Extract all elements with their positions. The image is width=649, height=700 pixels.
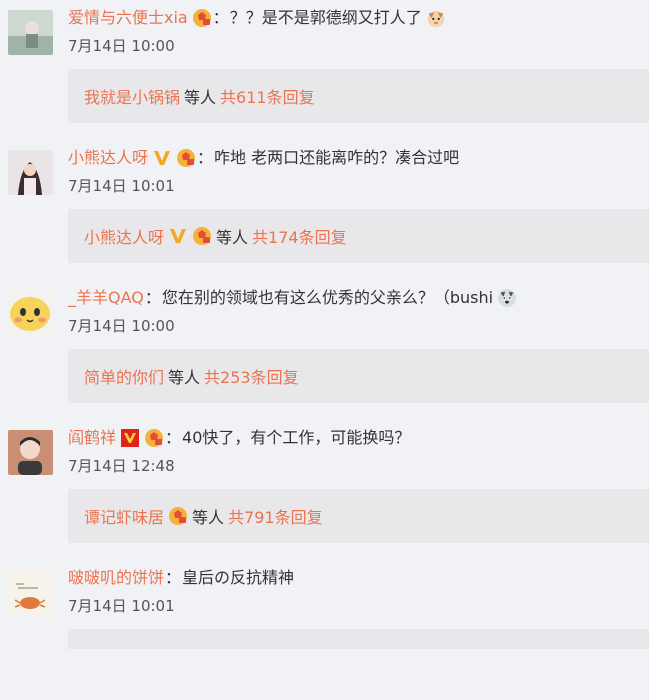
reply-summary[interactable]: 简单的你们 等人 共253条回复 xyxy=(68,349,649,403)
comment-time: 7月14日 10:00 xyxy=(68,37,175,55)
comment-username[interactable]: 啵啵叽的饼饼 xyxy=(68,565,164,591)
reply-summary[interactable]: 谭记虾味居 等人 共791条回复 xyxy=(68,489,649,543)
comment-username[interactable]: 小熊达人呀 xyxy=(68,145,148,171)
fan-badge-icon xyxy=(168,506,188,526)
fan-badge-icon xyxy=(176,148,196,168)
avatar[interactable] xyxy=(8,290,53,335)
reply-count-link[interactable]: 共253条回复 xyxy=(204,364,299,388)
avatar[interactable] xyxy=(8,150,53,195)
comment-item: 阎鹤祥 ： 40快了，有个工作，可能换吗？ 7月14日 12:48 谭记虾味居 … xyxy=(0,420,649,560)
reply-suffix: 等人 xyxy=(184,88,217,107)
comment-item: 啵啵叽的饼饼 ： 皇后の反抗精神 7月14日 10:01 xyxy=(0,560,649,700)
fan-badge-icon xyxy=(192,226,212,246)
verified-v-icon xyxy=(168,226,188,246)
comment-text: 您在别的领域也有这么优秀的父亲么？（bushi xyxy=(161,288,494,307)
reply-username[interactable]: 简单的你们 xyxy=(84,364,164,388)
comment-time: 7月14日 10:01 xyxy=(68,597,175,615)
comment-username[interactable]: 阎鹤祥 xyxy=(68,425,116,451)
reply-suffix: 等人 xyxy=(216,228,249,247)
reply-count-link[interactable]: 共611条回复 xyxy=(220,84,315,108)
red-v-icon xyxy=(120,428,140,448)
comment-time: 7月14日 10:00 xyxy=(68,317,175,335)
comment-item: 小熊达人呀 ： 咋地 老两口还能离咋的？凑合过吧 7月14日 10:01 小熊达… xyxy=(0,140,649,280)
reply-suffix: 等人 xyxy=(192,508,225,527)
comment-text: 皇后の反抗精神 xyxy=(182,568,295,587)
avatar[interactable] xyxy=(8,430,53,475)
husky-emoji-icon xyxy=(497,288,517,308)
comment-time: 7月14日 12:48 xyxy=(68,457,175,475)
comment-text: 40快了，有个工作，可能换吗？ xyxy=(182,428,411,447)
reply-username[interactable]: 谭记虾味居 xyxy=(84,504,164,528)
comment-username[interactable]: 爱情与六便士xia xyxy=(68,5,188,31)
reply-suffix: 等人 xyxy=(168,368,201,387)
comment-item: _羊羊QAQ ： 您在别的领域也有这么优秀的父亲么？（bushi 7月14日 1… xyxy=(0,280,649,420)
fan-badge-icon xyxy=(192,8,212,28)
comment-text: ？？是不是郭德纲又打人了 xyxy=(229,8,422,27)
avatar[interactable] xyxy=(8,10,53,55)
reply-summary[interactable]: 小熊达人呀 等人 共174条回复 xyxy=(68,209,649,263)
comment-username[interactable]: _羊羊QAQ xyxy=(68,285,144,311)
reply-count-link[interactable]: 共174条回复 xyxy=(252,224,347,248)
comment-text: 咋地 老两口还能离咋的？凑合过吧 xyxy=(214,148,460,167)
verified-v-icon xyxy=(152,148,172,168)
cat-face-emoji-icon xyxy=(426,8,446,28)
reply-username[interactable]: 我就是小锅锅 xyxy=(84,84,180,108)
reply-summary[interactable]: 我就是小锅锅 等人 共611条回复 xyxy=(68,69,649,123)
reply-summary[interactable] xyxy=(68,629,649,649)
fan-badge-icon xyxy=(144,428,164,448)
avatar[interactable] xyxy=(8,570,53,615)
comment-item: 爱情与六便士xia ： ？？是不是郭德纲又打人了 7月14日 10:00 我就是… xyxy=(0,0,649,140)
comment-time: 7月14日 10:01 xyxy=(68,177,175,195)
reply-username[interactable]: 小熊达人呀 xyxy=(84,224,164,248)
reply-count-link[interactable]: 共791条回复 xyxy=(228,504,323,528)
